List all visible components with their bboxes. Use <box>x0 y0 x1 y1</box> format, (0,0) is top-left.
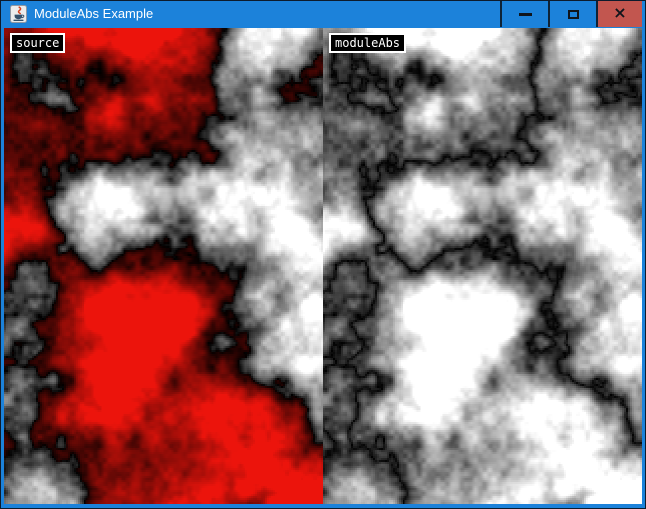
source-label: source <box>10 33 65 53</box>
close-icon: × <box>613 5 626 21</box>
minimize-button[interactable] <box>502 1 548 27</box>
window-title: ModuleAbs Example <box>34 0 153 28</box>
panel-moduleabs: moduleAbs <box>323 28 642 504</box>
java-app-icon <box>10 5 27 23</box>
close-button[interactable]: × <box>598 1 642 27</box>
panel-source: source <box>4 28 323 504</box>
window-controls: × <box>500 1 642 27</box>
moduleabs-label: moduleAbs <box>329 33 406 53</box>
maximize-button[interactable] <box>550 1 596 27</box>
maximize-icon <box>568 10 579 19</box>
app-window: ModuleAbs Example × source moduleAbs <box>0 0 646 509</box>
source-noise-image <box>4 28 323 504</box>
titlebar[interactable]: ModuleAbs Example × <box>4 0 642 28</box>
minimize-icon <box>519 13 532 16</box>
moduleabs-noise-image <box>323 28 642 504</box>
content-area: source moduleAbs <box>4 28 642 504</box>
